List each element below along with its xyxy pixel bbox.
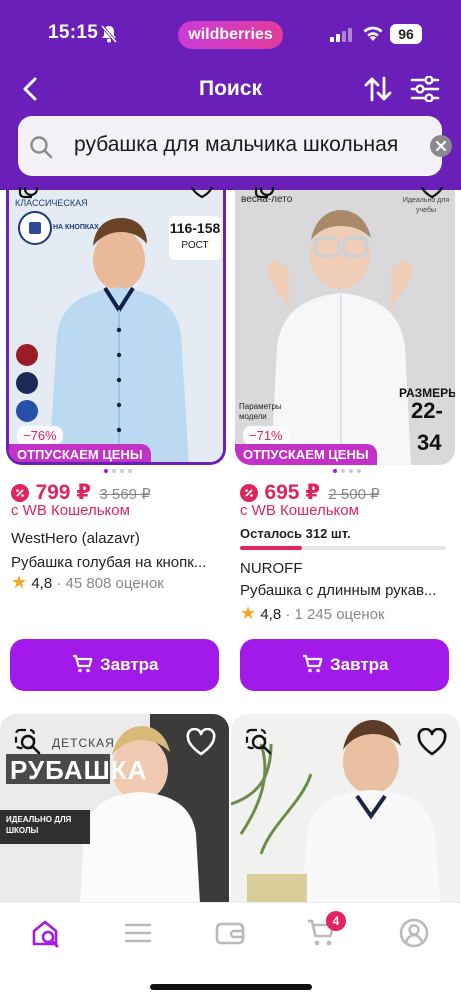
wallet-price-icon	[240, 483, 258, 502]
status-time: 15:15	[48, 22, 99, 43]
image-caption: 22-	[411, 398, 443, 423]
rating-value: 4,8	[31, 575, 53, 592]
image-caption: НА КНОПКАХ	[53, 224, 99, 231]
similar-search-icon[interactable]	[14, 728, 42, 761]
star-icon: ★	[240, 603, 257, 623]
product-image[interactable]: ДЕТСКАЯ РУБАШКА ИДЕАЛЬНО ДЛЯ ШКОЛЫ	[0, 714, 229, 904]
menu-icon	[124, 923, 152, 943]
search-field[interactable]: рубашка для мальчика школьная	[18, 116, 452, 176]
buy-button-label: Завтра	[100, 655, 159, 674]
image-caption: РОСТ	[181, 240, 209, 251]
favorite-icon[interactable]	[420, 186, 444, 204]
filter-icon[interactable]	[410, 75, 440, 107]
discount-badge: −76%	[17, 426, 63, 445]
wallet-note: с WB Кошельком	[240, 502, 359, 519]
image-caption: 116-158	[169, 220, 221, 236]
header: 15:15 wildberries 96 Поиск рубашка для м…	[0, 0, 461, 190]
promo-tag: ОТПУСКАЕМ ЦЕНЫ	[9, 444, 151, 462]
product-image[interactable]: КЛАССИЧЕСКАЯ НА КНОПКАХ 116-158 РОСТ −76…	[6, 190, 226, 465]
tab-cart[interactable]: 4	[306, 911, 346, 953]
cart-count-badge: 4	[326, 911, 346, 931]
home-indicator	[150, 984, 312, 990]
image-pager-dots	[333, 469, 361, 473]
stock-progress-fill	[240, 546, 302, 550]
favorite-icon[interactable]	[417, 727, 447, 761]
buy-button[interactable]: Завтра	[10, 639, 219, 691]
favorite-icon[interactable]	[190, 186, 214, 204]
star-icon: ★	[11, 572, 28, 592]
cart-icon	[303, 654, 323, 673]
clear-search-icon[interactable]	[430, 135, 452, 157]
signal-icon	[330, 28, 352, 47]
product-image[interactable]	[231, 714, 460, 904]
mute-bell-icon	[100, 24, 118, 49]
tab-catalog[interactable]	[122, 917, 162, 953]
product-brand: NUROFF	[240, 560, 303, 577]
image-caption: Параметры модели	[239, 402, 282, 421]
wallet-note: с WB Кошельком	[11, 502, 130, 519]
stock-remaining: Осталось 312 шт.	[240, 526, 351, 541]
sort-icon[interactable]	[363, 75, 393, 108]
search-input[interactable]: рубашка для мальчика школьная	[74, 133, 398, 157]
product-name[interactable]: Рубашка голубая на кнопк...	[11, 554, 223, 571]
product-brand: WestHero (alazavr)	[11, 530, 140, 547]
nav-bar: Поиск	[0, 70, 461, 110]
product-image[interactable]: весна-лето Идеально для учебы Параметры …	[235, 190, 455, 465]
discount-badge: −71%	[243, 426, 289, 445]
price: 799 ₽	[35, 481, 91, 504]
similar-search-icon[interactable]	[245, 728, 273, 761]
home-search-icon	[32, 920, 59, 948]
image-caption: 34	[417, 430, 442, 455]
favorite-icon[interactable]	[186, 727, 216, 761]
rating-value: 4,8	[260, 606, 282, 623]
screen: 15:15 wildberries 96 Поиск рубашка для м…	[0, 0, 461, 1000]
status-bar: 15:15 wildberries 96	[0, 21, 461, 49]
rating: ★ 4,8 · 45 808 оценок	[11, 572, 164, 593]
stock-progress-bar	[240, 546, 446, 550]
product-name[interactable]: Рубашка с длинным рукав...	[240, 582, 452, 599]
reviews-count: · 45 808 оценок	[56, 575, 164, 592]
profile-icon	[399, 918, 429, 948]
tab-profile[interactable]	[398, 917, 438, 953]
tab-wallet[interactable]	[214, 917, 254, 953]
similar-search-icon[interactable]	[254, 181, 278, 204]
old-price: 3 569 ₽	[99, 486, 151, 503]
tab-home-search[interactable]	[30, 917, 70, 953]
image-pager-dots	[104, 469, 132, 473]
wallet-price-icon	[11, 483, 29, 502]
reviews-count: · 1 245 оценок	[285, 606, 385, 623]
image-caption: ДЕТСКАЯ	[52, 736, 115, 750]
price: 695 ₽	[264, 481, 320, 504]
wifi-icon	[362, 25, 384, 47]
image-caption: ИДЕАЛЬНО ДЛЯ ШКОЛЫ	[6, 815, 72, 835]
rating: ★ 4,8 · 1 245 оценок	[240, 603, 385, 624]
buy-button[interactable]: Завтра	[240, 639, 449, 691]
search-icon	[28, 134, 54, 165]
promo-tag: ОТПУСКАЕМ ЦЕНЫ	[235, 444, 377, 465]
similar-search-icon[interactable]	[18, 181, 42, 204]
wallet-icon	[215, 922, 245, 945]
buy-button-label: Завтра	[330, 655, 389, 674]
battery-indicator: 96	[390, 24, 422, 44]
old-price: 2 500 ₽	[328, 486, 380, 503]
brand-logo: wildberries	[178, 21, 283, 49]
cart-icon	[73, 654, 93, 673]
